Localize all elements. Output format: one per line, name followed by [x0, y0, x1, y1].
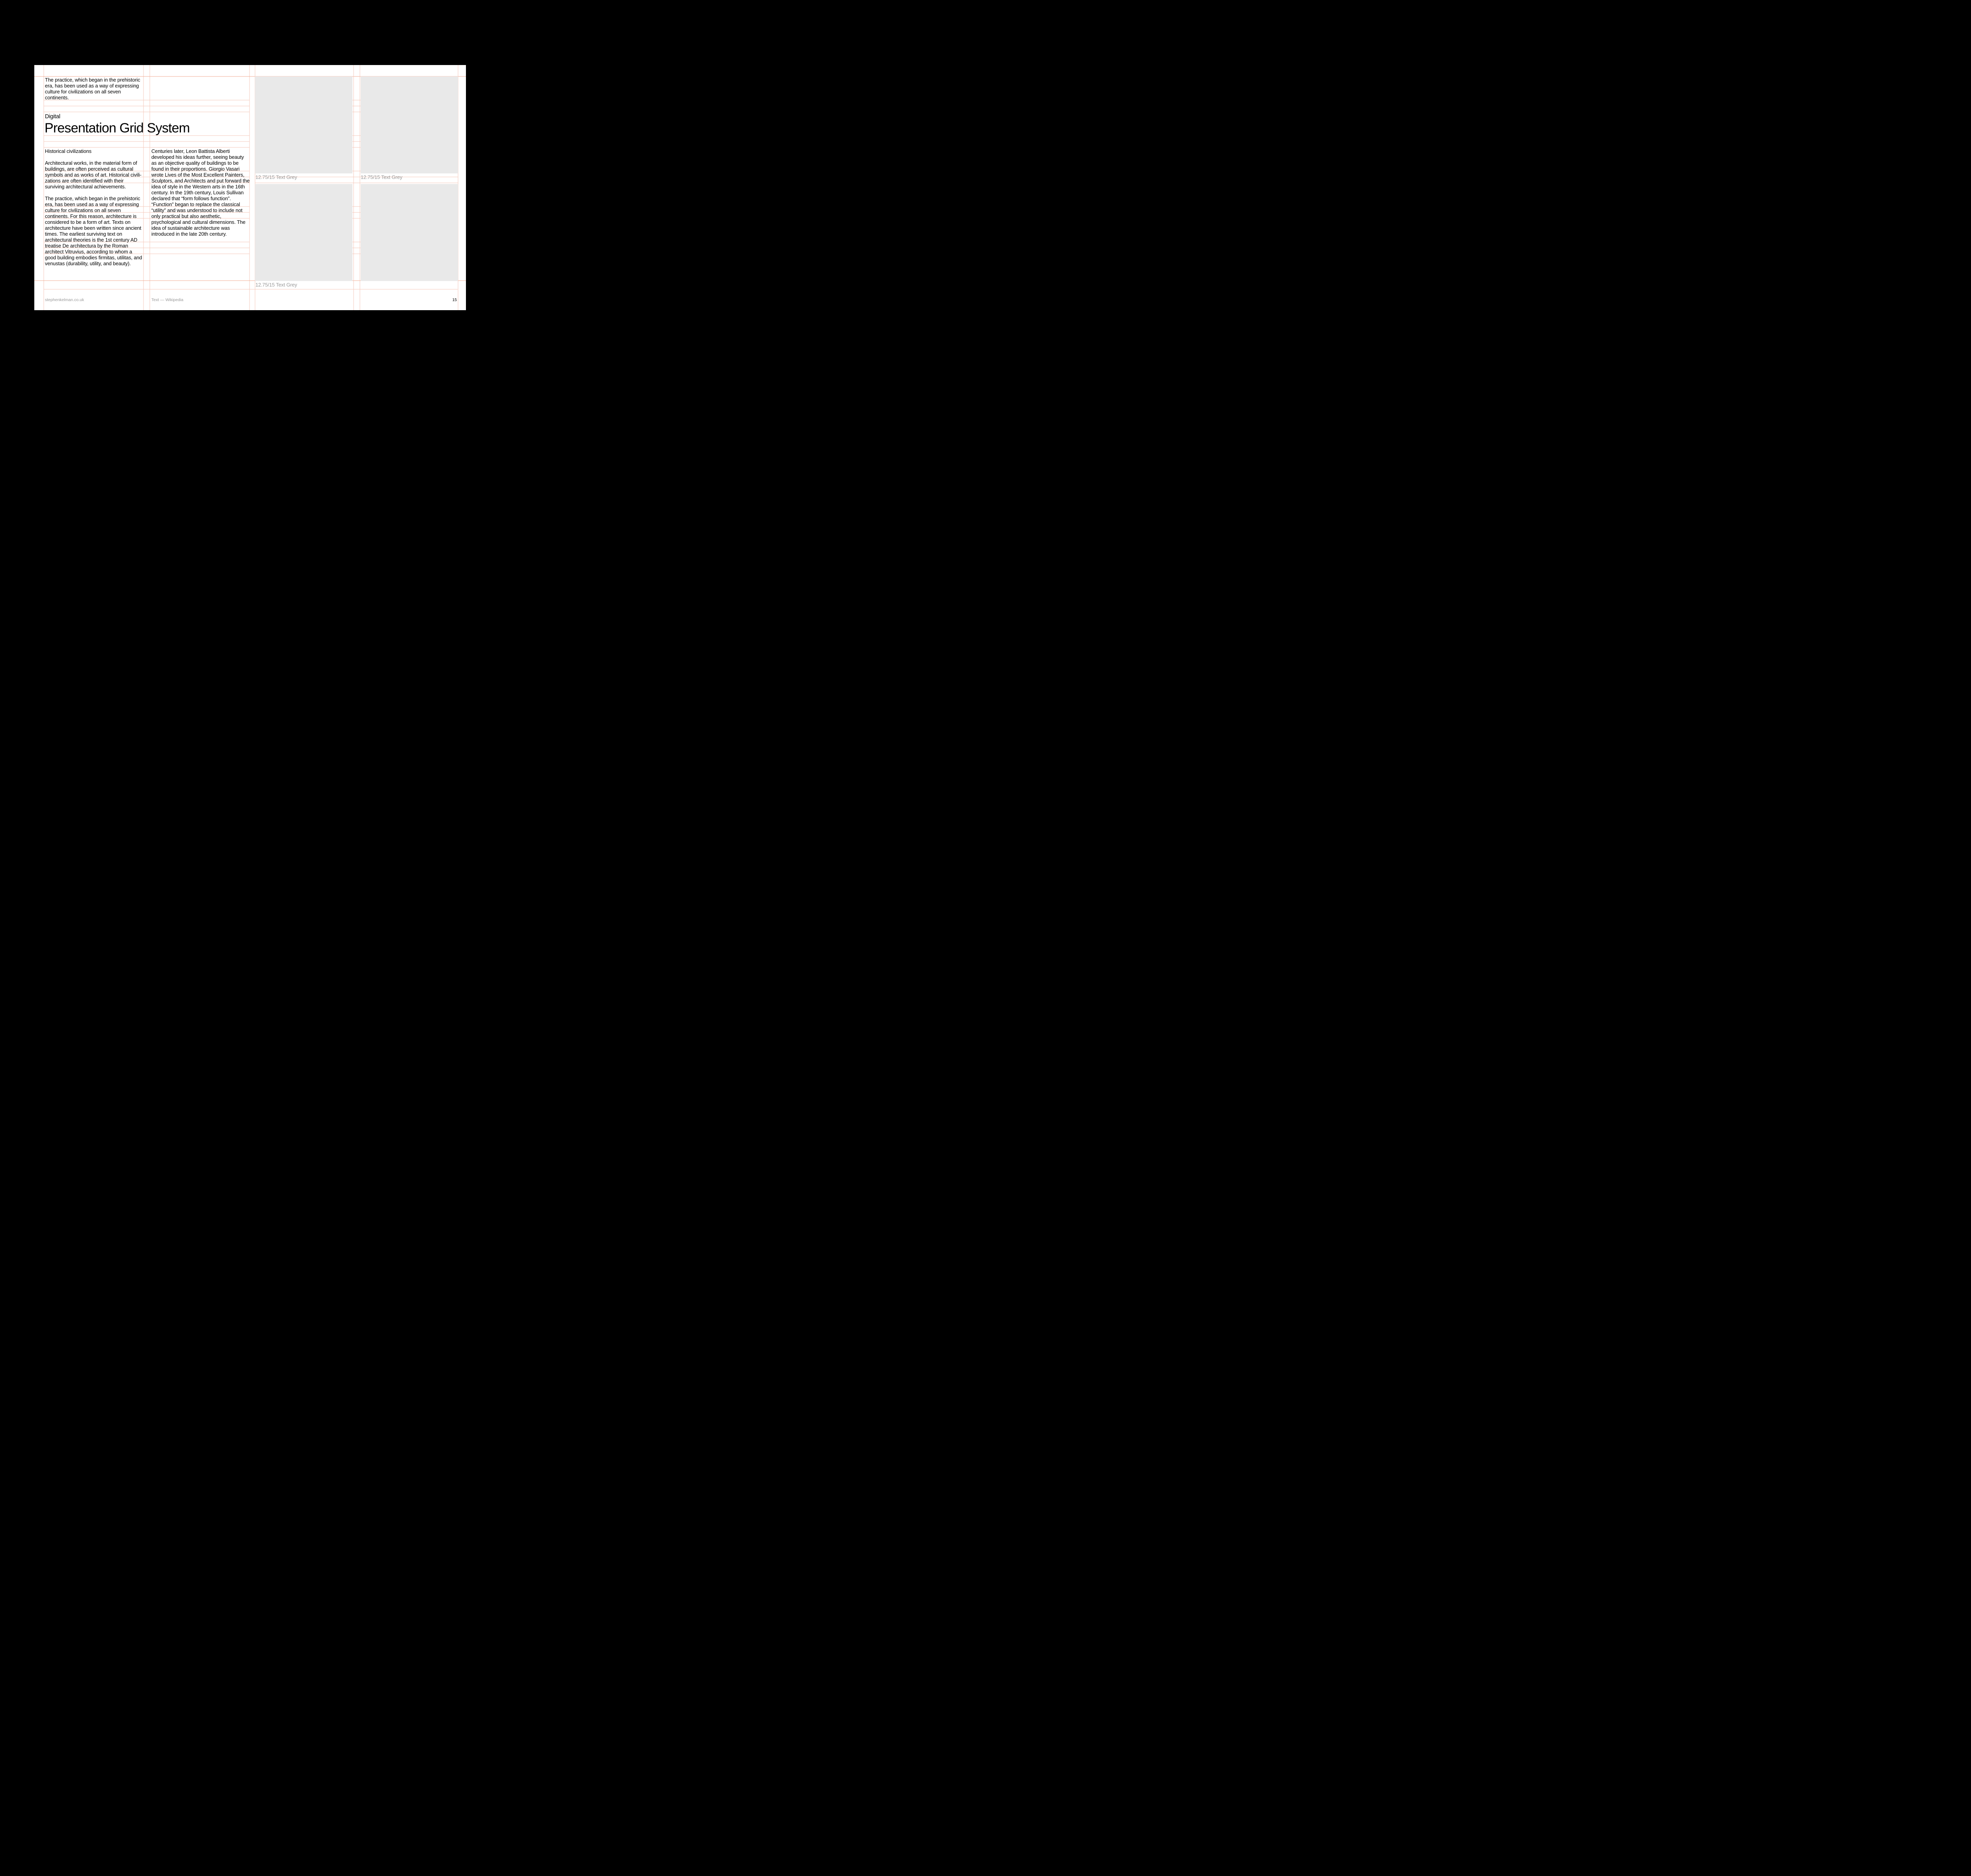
body-paragraph: The practice, which began in the prehist… [45, 195, 143, 266]
section-subtitle: Historical civilizations [45, 148, 143, 154]
image-placeholder [255, 184, 352, 281]
image-caption: 12.75/15 Text Grey [255, 282, 297, 288]
slide-content: The practice, which began in the prehist… [34, 65, 466, 310]
body-paragraph: Centuries later, Leon Battista Alberti d… [151, 148, 250, 237]
footer-credit: stephenkelman.co.uk [45, 297, 84, 303]
image-caption: 12.75/15 Text Grey [255, 174, 297, 180]
image-placeholder [361, 76, 458, 173]
footer-source: Text — Wikipedia [151, 297, 183, 303]
image-placeholder [255, 76, 352, 173]
intro-text: The practice, which began in the prehist… [45, 77, 143, 100]
page-title: Presentation Grid System [45, 120, 190, 136]
image-caption: 12.75/15 Text Grey [361, 174, 402, 180]
presentation-slide: The practice, which began in the prehist… [34, 65, 466, 310]
image-placeholder [361, 184, 458, 281]
body-column-1: Historical civilizations Architectural w… [45, 148, 143, 266]
page-number: 15 [452, 297, 457, 303]
body-paragraph: Architectural works, in the material for… [45, 160, 143, 190]
title-eyebrow: Digital [45, 113, 60, 120]
body-column-2: Centuries later, Leon Battista Alberti d… [151, 148, 250, 237]
